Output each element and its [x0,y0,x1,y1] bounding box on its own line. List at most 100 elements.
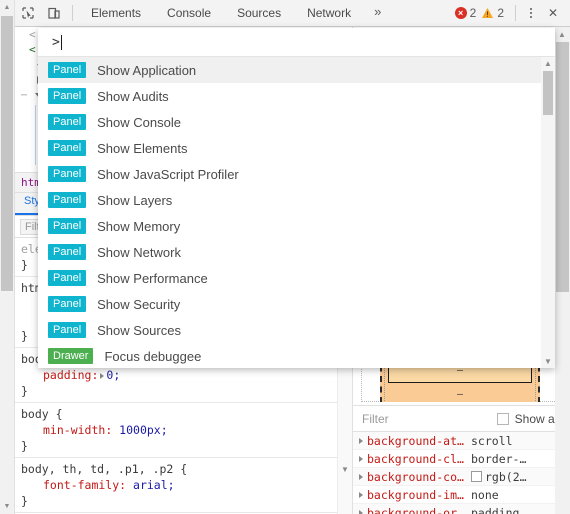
show-all-toggle[interactable]: Show all [496,412,560,426]
chevron-right-icon[interactable] [359,491,363,498]
css-rule[interactable]: body { min-width: 1000px; } [15,403,352,458]
command-item-show-elements[interactable]: Panel Show Elements [38,135,541,161]
command-item-show-network[interactable]: Panel Show Network [38,239,541,265]
command-palette[interactable]: > Panel Show Application Panel Show Audi… [38,28,555,368]
tab-network[interactable]: Network [294,0,364,26]
panel-badge: Panel [48,166,87,182]
color-swatch[interactable] [471,471,482,482]
command-item-show-console[interactable]: Panel Show Console [38,109,541,135]
command-item-show-security[interactable]: Panel Show Security [38,291,541,317]
panel-badge: Panel [48,62,87,78]
kebab-menu-icon[interactable] [522,2,540,24]
command-label: Show Layers [97,192,173,208]
command-label: Show Elements [97,140,188,156]
computed-filter-row: Filter Show all [353,406,570,432]
tab-console[interactable]: Console [154,0,224,26]
property-name: background-im… [367,487,464,502]
command-palette-input-row[interactable]: > [38,28,555,57]
panel-badge: Panel [48,322,87,338]
tab-elements[interactable]: Elements [78,0,154,26]
command-label: Show Memory [97,218,181,234]
scroll-up-arrow-icon[interactable]: ▲ [555,27,569,41]
css-selector: body, th, td, .p1, .p2 { [21,462,188,476]
command-item-show-memory[interactable]: Panel Show Memory [38,213,541,239]
devtools-screenshot: ▲ ▼ Elements Console Sources Network » ×… [0,0,570,514]
css-property[interactable]: min-width: 1000px; [21,422,352,438]
page-scrollbar-vertical[interactable]: ▲ ▼ [0,0,15,514]
panel-badge: Panel [48,88,87,104]
scroll-down-arrow-icon[interactable]: ▼ [338,462,352,476]
panel-badge: Panel [48,140,87,156]
show-all-checkbox[interactable] [496,412,509,425]
property-value: border-… [471,451,527,466]
command-label: Show Audits [97,88,169,104]
devtools-toolbar: Elements Console Sources Network » × 2 2… [15,0,570,27]
css-property[interactable]: font-family: arial; [21,477,352,493]
warning-counter[interactable]: 2 [481,6,504,20]
error-counter[interactable]: × 2 [454,6,477,20]
css-rule-close: } [21,439,28,453]
error-count: 2 [469,6,477,20]
css-rule-close: } [21,494,28,508]
css-property[interactable]: padding: 0; [21,367,352,383]
command-item-show-application[interactable]: Panel Show Application [38,57,541,83]
text-caret [60,34,62,50]
command-label: Show Console [97,114,181,130]
scrollbar-thumb[interactable] [1,16,13,291]
device-toolbar-icon[interactable] [41,0,67,26]
property-name: background-co… [367,469,464,484]
devtools-outer-scrollbar[interactable]: ▲ [555,27,570,514]
scroll-down-arrow-icon[interactable]: ▼ [541,355,555,368]
chevron-right-icon[interactable] [359,437,363,444]
command-item-focus-debuggee[interactable]: Drawer Focus debuggee [38,343,541,368]
toolbar-right-group: × 2 2 ✕ [454,0,570,26]
error-icon: × [454,7,467,19]
computed-property-row[interactable]: background-at… scroll [353,432,570,450]
chevron-right-icon[interactable] [100,372,105,379]
chevron-right-icon[interactable] [359,509,363,514]
command-item-show-layers[interactable]: Panel Show Layers [38,187,541,213]
command-item-show-performance[interactable]: Panel Show Performance [38,265,541,291]
property-name: background-at… [367,433,464,448]
computed-property-row[interactable]: background-or… padding… [353,504,570,514]
computed-property-row[interactable]: background-im… none [353,486,570,504]
property-name: background-cl… [367,451,464,466]
drawer-badge: Drawer [48,348,94,364]
inspect-cursor-icon[interactable] [15,0,41,26]
scroll-down-arrow-icon[interactable]: ▼ [0,499,14,514]
panel-badge: Panel [48,114,87,130]
command-label: Focus debuggee [104,348,202,364]
chevron-right-icon[interactable] [359,473,363,480]
command-label: Show Performance [97,270,208,286]
scroll-up-arrow-icon[interactable]: ▲ [0,0,14,15]
command-item-show-sources[interactable]: Panel Show Sources [38,317,541,343]
computed-property-row[interactable]: background-co… rgb(2… [353,468,570,486]
command-palette-scrollbar[interactable]: ▲ ▼ [541,57,555,368]
computed-property-row[interactable]: background-cl… border-… [353,450,570,468]
property-value: scroll [471,433,513,448]
css-rule[interactable]: body, th, td, .p1, .p2 { font-family: ar… [15,458,352,513]
computed-properties-list[interactable]: background-at… scroll background-cl… bor… [353,432,570,514]
toolbar-divider [72,5,73,21]
scrollbar-thumb[interactable] [556,42,569,292]
command-prompt-icon: > [52,34,60,50]
ellipsis-icon[interactable]: ⋯ [21,88,28,103]
command-palette-list[interactable]: Panel Show Application Panel Show Audits… [38,57,541,368]
scrollbar-thumb[interactable] [543,71,553,115]
tabs-overflow-icon[interactable]: » [364,0,391,26]
command-item-show-javascript-profiler[interactable]: Panel Show JavaScript Profiler [38,161,541,187]
panel-badge: Panel [48,218,87,234]
panel-badge: Panel [48,270,87,286]
box-model-padding-label: – [456,388,464,400]
devtools-window: Elements Console Sources Network » × 2 2… [15,0,570,514]
computed-filter-input[interactable]: Filter [362,412,389,426]
tab-sources[interactable]: Sources [224,0,294,26]
command-label: Show JavaScript Profiler [97,166,239,182]
chevron-right-icon[interactable] [359,455,363,462]
toolbar-divider-2 [515,5,516,21]
panel-badge: Panel [48,244,87,260]
command-item-show-audits[interactable]: Panel Show Audits [38,83,541,109]
css-selector: body { [21,407,63,421]
scroll-up-arrow-icon[interactable]: ▲ [541,57,555,70]
close-icon[interactable]: ✕ [540,0,566,26]
